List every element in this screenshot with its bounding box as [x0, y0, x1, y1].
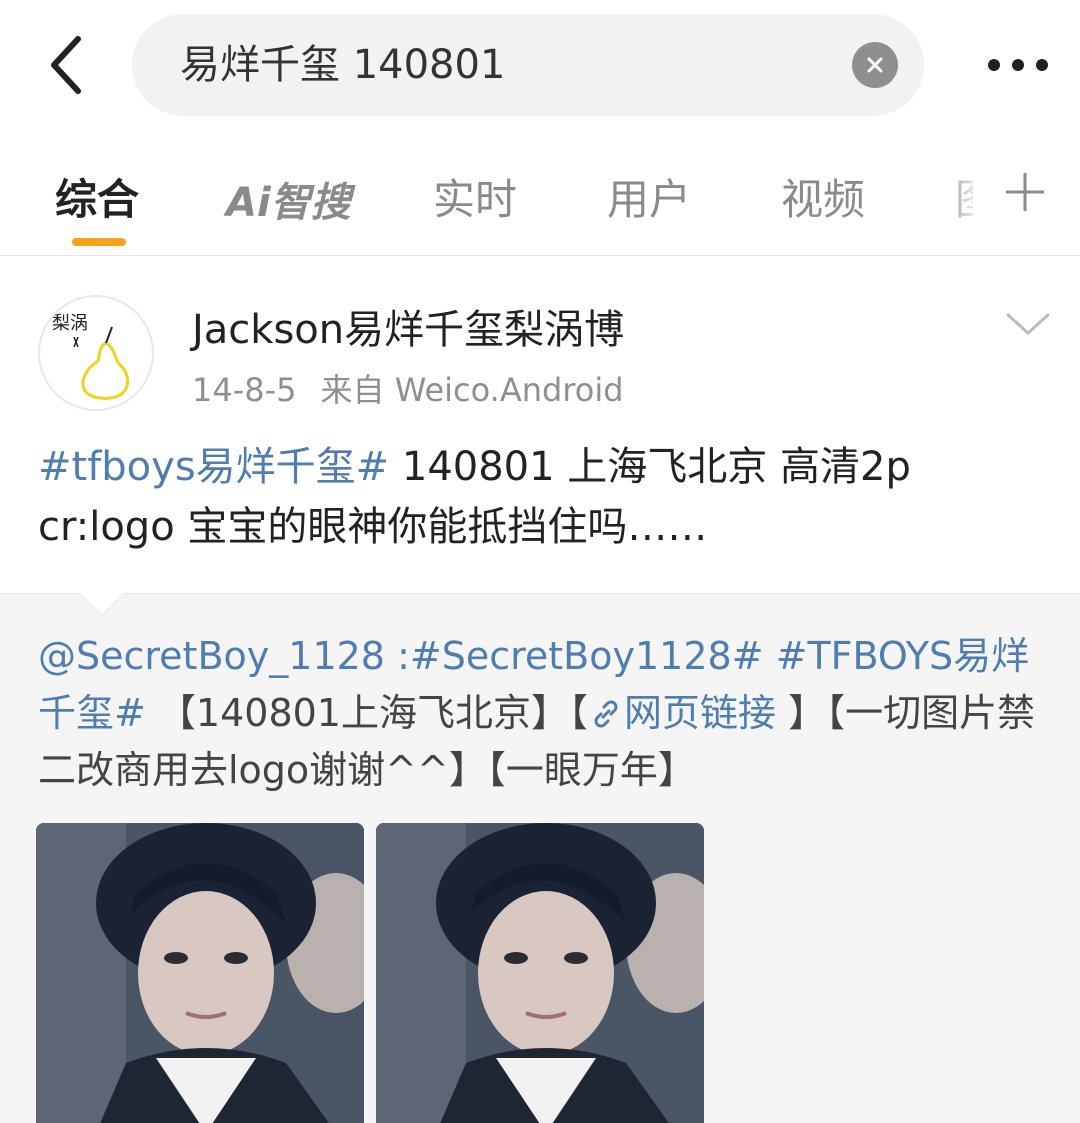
web-link-label[interactable]: 网页链接: [624, 691, 776, 735]
post-menu-button[interactable]: [1002, 303, 1054, 343]
retweet-text: @SecretBoy_1128 :#SecretBoy1128# #TFBOYS…: [38, 628, 1048, 799]
post-meta: 14-8-5 来自 Weico.Android: [192, 365, 624, 411]
search-input[interactable]: 易烊千玺 140801: [132, 14, 924, 116]
avatar[interactable]: 梨涡: [38, 295, 154, 411]
photo-image-1: [36, 823, 364, 1123]
more-options-button[interactable]: [978, 40, 1058, 90]
back-button[interactable]: [36, 30, 96, 100]
web-link[interactable]: 网页链接: [588, 691, 776, 735]
retweet-topic-1[interactable]: #SecretBoy1128#: [410, 634, 764, 678]
plus-icon: [1006, 173, 1044, 211]
photo-image-2: [376, 823, 704, 1123]
avatar-text: 梨涡: [52, 313, 88, 334]
tab-video[interactable]: 视频: [781, 166, 865, 227]
pear-avatar-image: 梨涡: [52, 313, 129, 400]
tab-ai-search[interactable]: Ai智搜: [226, 170, 351, 228]
clear-icon: [867, 57, 883, 73]
retweet-space: [764, 634, 776, 678]
tab-fade-overlay: [940, 150, 1000, 240]
post-text: #tfboys易烊千玺# 140801 上海飞北京 高清2p cr:logo 宝…: [38, 437, 1048, 557]
retweet-mention[interactable]: @SecretBoy_1128: [38, 634, 385, 678]
post-source: 来自 Weico.Android: [320, 371, 624, 409]
retweeted-post[interactable]: @SecretBoy_1128 :#SecretBoy1128# #TFBOYS…: [0, 593, 1080, 1123]
top-bar: 易烊千玺 140801: [0, 0, 1080, 130]
retweet-text-1: 【140801上海飞北京】【: [145, 691, 588, 735]
link-icon: [594, 700, 618, 728]
tab-realtime[interactable]: 实时: [433, 166, 517, 227]
chevron-down-icon: [1006, 313, 1050, 335]
clear-search-button[interactable]: [852, 42, 898, 88]
post-time: 14-8-5: [192, 371, 297, 409]
retweet-colon: :: [384, 634, 410, 678]
retweet-notch: [80, 593, 124, 615]
more-dots-icon: [1036, 59, 1048, 71]
active-tab-indicator: [72, 238, 126, 246]
add-tab-button[interactable]: [1000, 162, 1050, 222]
post-topic-link[interactable]: #tfboys易烊千玺#: [38, 444, 389, 490]
tab-users[interactable]: 用户: [607, 166, 691, 227]
post-photo-2[interactable]: [376, 823, 704, 1123]
back-arrow-icon: [51, 36, 81, 94]
search-tabs: 综合 Ai智搜 实时 用户 视频 图: [0, 140, 1080, 256]
search-query[interactable]: 易烊千玺 140801: [180, 14, 505, 116]
more-dots-icon: [1012, 59, 1024, 71]
post-photo-1[interactable]: [36, 823, 364, 1123]
tab-comprehensive[interactable]: 综合: [55, 166, 139, 227]
post-username[interactable]: Jackson易烊千玺梨涡博: [192, 297, 624, 355]
more-dots-icon: [988, 59, 1000, 71]
